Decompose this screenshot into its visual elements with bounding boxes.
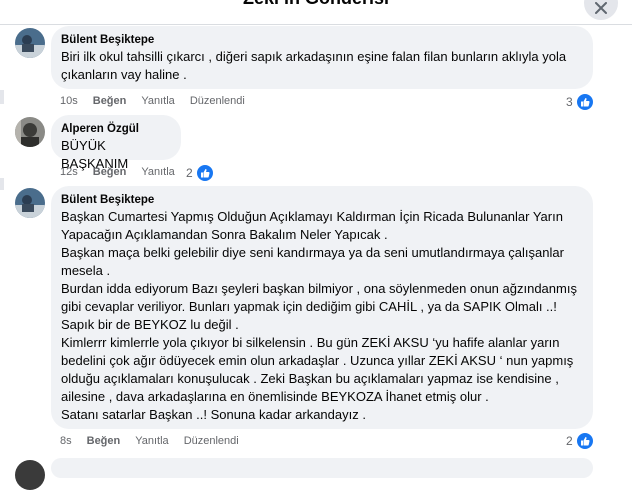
avatar[interactable] — [15, 28, 45, 58]
scrollbar[interactable] — [626, 25, 632, 469]
reply-button[interactable]: Yanıtla — [141, 166, 174, 178]
reply-button[interactable]: Yanıtla — [141, 95, 174, 107]
reaction-number: 3 — [566, 95, 573, 109]
reaction-count[interactable]: 2 — [566, 432, 594, 450]
comment-timestamp[interactable]: 12s — [60, 166, 78, 178]
comment-bubble: Bülent Beşiktepe Başkan Cumartesi Yapmış… — [51, 186, 593, 429]
comment-text: Başkan Cumartesi Yapmış Olduğun Açıklama… — [61, 209, 577, 422]
comment-bubble: Alperen Özgül BÜYÜK BAŞKANIM — [51, 115, 181, 171]
left-edge-divider — [0, 178, 4, 190]
like-button[interactable]: Beğen — [93, 166, 127, 178]
like-icon — [195, 164, 214, 182]
comment-timestamp[interactable]: 10s — [60, 95, 78, 107]
edited-label[interactable]: Düzenlendi — [190, 95, 245, 107]
dialog-title: Zeki in Gönderisi — [0, 0, 632, 9]
comment-author[interactable]: Alperen Özgül — [61, 122, 171, 137]
edited-label[interactable]: Düzenlendi — [184, 435, 239, 447]
comment-actions: 8s Beğen Yanıtla Düzenlendi — [60, 435, 254, 447]
left-edge-divider — [0, 90, 4, 104]
like-icon — [575, 432, 594, 450]
avatar[interactable] — [15, 460, 45, 490]
comment-actions: 10s Beğen Yanıtla Düzenlendi — [60, 95, 260, 107]
like-button[interactable]: Beğen — [87, 435, 121, 447]
close-button[interactable] — [584, 0, 618, 20]
comment-actions: 12s Beğen Yanıtla — [60, 166, 190, 178]
comment-timestamp[interactable]: 8s — [60, 435, 72, 447]
like-icon — [575, 93, 594, 111]
reaction-count[interactable]: 2 — [186, 164, 214, 182]
comment-bubble — [51, 458, 593, 478]
reaction-number: 2 — [186, 166, 193, 180]
post-dialog-header: Zeki in Gönderisi — [0, 0, 632, 25]
close-icon — [595, 2, 607, 14]
comment-bubble: Bülent Beşiktepe Biri ilk okul tahsilli … — [51, 26, 593, 89]
reply-button[interactable]: Yanıtla — [135, 435, 168, 447]
reaction-number: 2 — [566, 434, 573, 448]
comment-author[interactable]: Bülent Beşiktepe — [61, 193, 583, 208]
reaction-count[interactable]: 3 — [566, 93, 594, 111]
comment-text: Biri ilk okul tahsilli çıkarcı , diğeri … — [61, 49, 567, 82]
comment-author[interactable]: Bülent Beşiktepe — [61, 33, 583, 48]
avatar[interactable] — [15, 188, 45, 218]
avatar[interactable] — [15, 117, 45, 147]
like-button[interactable]: Beğen — [93, 95, 127, 107]
